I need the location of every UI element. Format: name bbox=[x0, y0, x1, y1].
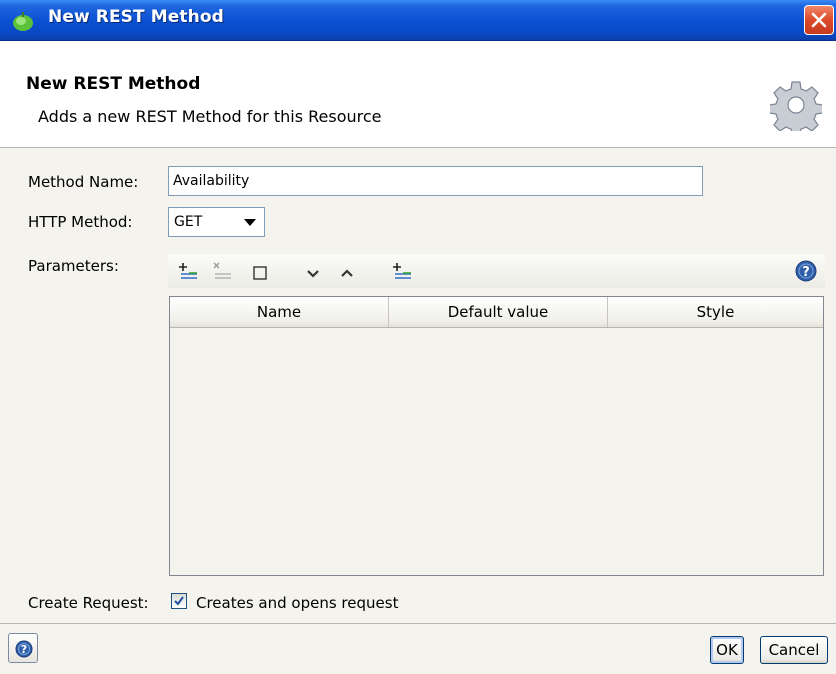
close-button[interactable] bbox=[804, 5, 834, 35]
title-bar[interactable]: New REST Method bbox=[0, 0, 836, 41]
create-request-label: Create Request: bbox=[28, 594, 149, 612]
gear-icon bbox=[770, 81, 822, 131]
http-method-label: HTTP Method: bbox=[28, 213, 133, 231]
move-down-icon bbox=[307, 270, 319, 278]
parameters-label: Parameters: bbox=[28, 257, 119, 275]
add-from-uri-icon bbox=[393, 263, 411, 279]
move-up-icon bbox=[341, 269, 353, 277]
clear-icon bbox=[253, 266, 267, 280]
move-down-button[interactable] bbox=[300, 258, 326, 284]
ok-button[interactable]: OK bbox=[710, 636, 744, 664]
add-from-uri-button[interactable] bbox=[390, 258, 416, 284]
table-header: Name Default value Style bbox=[170, 297, 823, 328]
remove-param-button[interactable] bbox=[210, 258, 236, 284]
method-name-input[interactable] bbox=[168, 166, 703, 196]
move-up-button[interactable] bbox=[334, 258, 360, 284]
column-header-style[interactable]: Style bbox=[608, 297, 823, 327]
dialog-header: New REST Method Adds a new REST Method f… bbox=[0, 41, 836, 148]
http-method-select[interactable]: GET bbox=[168, 207, 265, 237]
svg-text:?: ? bbox=[21, 643, 27, 656]
column-header-name[interactable]: Name bbox=[170, 297, 389, 327]
create-request-checkbox[interactable] bbox=[171, 593, 187, 609]
cancel-button[interactable]: Cancel bbox=[760, 636, 828, 664]
close-icon bbox=[811, 12, 827, 28]
column-header-default-value[interactable]: Default value bbox=[389, 297, 608, 327]
parameters-help-button[interactable]: ? bbox=[793, 258, 819, 284]
app-leaf-icon bbox=[13, 12, 33, 31]
create-request-checkbox-label[interactable]: Creates and opens request bbox=[196, 594, 398, 612]
header-title: New REST Method bbox=[26, 74, 201, 94]
svg-text:?: ? bbox=[802, 265, 810, 280]
header-subtitle: Adds a new REST Method for this Resource bbox=[38, 107, 382, 126]
http-method-value: GET bbox=[174, 214, 203, 230]
clear-button[interactable] bbox=[248, 258, 274, 284]
method-name-label: Method Name: bbox=[28, 173, 139, 191]
add-param-icon bbox=[179, 263, 197, 279]
add-param-button[interactable] bbox=[176, 258, 202, 284]
help-icon: ? bbox=[15, 640, 33, 658]
dialog-footer: ? OK Cancel bbox=[0, 623, 836, 674]
chevron-down-icon bbox=[244, 219, 256, 226]
window-title: New REST Method bbox=[48, 7, 224, 27]
remove-param-icon bbox=[213, 262, 231, 279]
checkmark-icon bbox=[174, 596, 184, 606]
help-icon: ? bbox=[795, 260, 817, 282]
dialog-help-button[interactable]: ? bbox=[8, 633, 38, 663]
dialog-window: New REST Method New REST Method Adds a n… bbox=[0, 0, 836, 674]
parameters-table[interactable]: Name Default value Style bbox=[169, 296, 824, 576]
parameters-toolbar: ? bbox=[168, 254, 825, 288]
